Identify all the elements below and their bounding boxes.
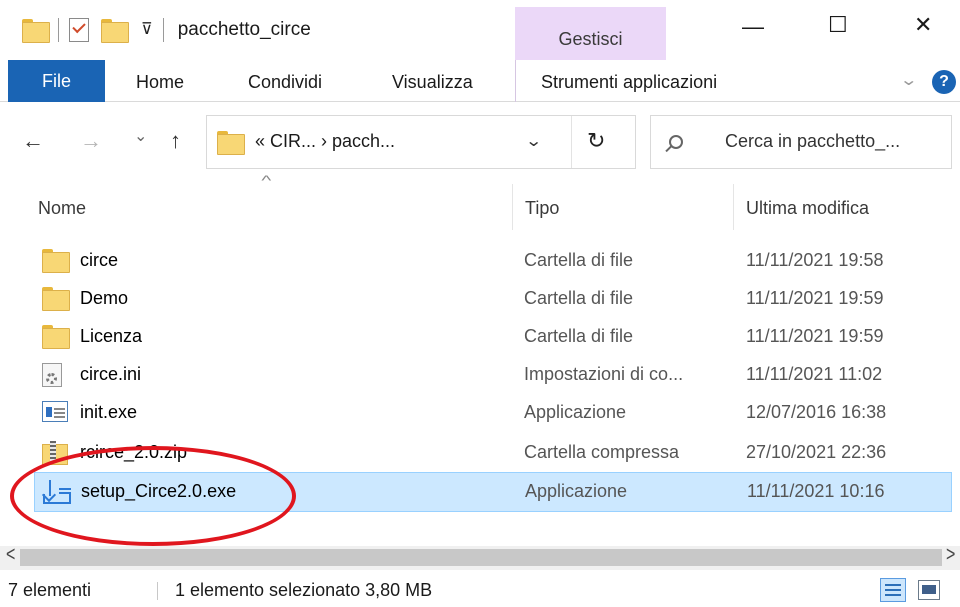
installer-icon bbox=[43, 480, 73, 506]
search-icon bbox=[669, 135, 683, 149]
minimize-button[interactable]: — bbox=[742, 14, 764, 40]
column-header-name[interactable]: Nome bbox=[0, 184, 512, 230]
quick-access-toolbar: ⊽ pacchetto_circe bbox=[22, 10, 311, 50]
file-name: init.exe bbox=[80, 402, 138, 422]
folder-icon bbox=[42, 249, 70, 273]
file-type: Applicazione bbox=[524, 402, 627, 422]
up-arrow-icon[interactable]: ↑ bbox=[170, 130, 181, 152]
selection-info: 1 elemento selezionato 3,80 MB bbox=[175, 580, 433, 600]
file-row[interactable]: Licenza Cartella di file 11/11/2021 19:5… bbox=[34, 318, 952, 356]
folder-icon bbox=[42, 287, 70, 311]
file-modified: 11/11/2021 10:16 bbox=[747, 481, 885, 501]
file-row[interactable]: init.exe Applicazione 12/07/2016 16:38 bbox=[34, 394, 952, 432]
file-type: Cartella compressa bbox=[524, 442, 680, 462]
toolbar-divider bbox=[162, 18, 164, 42]
search-box[interactable]: Cerca in pacchetto_... bbox=[650, 115, 952, 169]
tab-view[interactable]: Visualizza bbox=[392, 60, 473, 102]
status-bar: 7 elementi 1 elemento selezionato 3,80 M… bbox=[0, 570, 960, 607]
file-type: Impostazioni di co... bbox=[524, 364, 684, 384]
tab-home[interactable]: Home bbox=[136, 60, 184, 102]
horizontal-scrollbar[interactable]: < > bbox=[0, 544, 960, 570]
file-name: circe bbox=[80, 250, 119, 270]
close-button[interactable]: ✕ bbox=[914, 12, 932, 38]
file-modified: 11/11/2021 19:59 bbox=[746, 288, 884, 308]
application-icon bbox=[42, 401, 68, 422]
file-row[interactable]: Demo Cartella di file 11/11/2021 19:59 bbox=[34, 280, 952, 318]
scroll-right-icon[interactable]: > bbox=[946, 544, 955, 567]
file-name: Demo bbox=[80, 288, 129, 308]
file-name: circe.ini bbox=[80, 364, 142, 384]
file-modified: 11/11/2021 19:58 bbox=[746, 250, 884, 270]
customize-toolbar-dropdown-icon[interactable]: ⊽ bbox=[141, 22, 153, 38]
toolbar-divider bbox=[58, 18, 59, 42]
tab-application-tools-label: Strumenti applicazioni bbox=[541, 72, 718, 92]
column-header-name-label: Nome bbox=[38, 198, 87, 218]
ribbon-tabs: File Home Condividi Visualizza Strumenti… bbox=[0, 60, 960, 102]
back-arrow-icon[interactable]: ← bbox=[22, 130, 44, 152]
file-type: Cartella di file bbox=[524, 288, 634, 308]
file-modified: 27/10/2021 22:36 bbox=[746, 442, 887, 462]
file-modified: 11/11/2021 11:02 bbox=[746, 364, 883, 384]
column-header-modified[interactable]: Ultima modifica bbox=[734, 184, 960, 230]
address-breadcrumb[interactable]: « CIR... › pacch... bbox=[255, 131, 395, 152]
folder-icon bbox=[42, 325, 70, 349]
folder-icon[interactable] bbox=[22, 19, 50, 43]
folder-icon bbox=[217, 131, 245, 155]
details-view-icon[interactable] bbox=[880, 578, 906, 602]
help-icon[interactable]: ? bbox=[932, 70, 956, 94]
file-row[interactable]: circe.ini Impostazioni di co... 11/11/20… bbox=[34, 356, 952, 394]
forward-arrow-icon[interactable]: → bbox=[80, 130, 102, 152]
title-bar: ⊽ pacchetto_circe Gestisci — ☐ ✕ bbox=[0, 0, 960, 60]
manage-context-tab[interactable]: Gestisci bbox=[515, 7, 666, 60]
file-name: rcirce_2.0.zip bbox=[80, 442, 188, 462]
zip-folder-icon bbox=[42, 441, 68, 465]
new-folder-icon[interactable] bbox=[101, 19, 129, 43]
large-icons-view-icon[interactable] bbox=[918, 580, 940, 600]
tab-file[interactable]: File bbox=[8, 60, 105, 102]
file-row[interactable]: circe Cartella di file 11/11/2021 19:58 bbox=[34, 242, 952, 280]
file-name: setup_Circe2.0.exe bbox=[81, 481, 237, 501]
file-name: Licenza bbox=[80, 326, 143, 346]
expand-ribbon-chevron-icon[interactable]: ⌄ bbox=[899, 70, 918, 90]
column-header-modified-label: Ultima modifica bbox=[746, 198, 870, 218]
window-title: pacchetto_circe bbox=[177, 19, 311, 40]
file-row-selected[interactable]: setup_Circe2.0.exe Applicazione 11/11/20… bbox=[34, 472, 952, 512]
file-type: Applicazione bbox=[525, 481, 628, 501]
search-input[interactable]: Cerca in pacchetto_... bbox=[725, 131, 900, 152]
file-type: Cartella di file bbox=[524, 250, 634, 270]
file-row[interactable]: rcirce_2.0.zip Cartella compressa 27/10/… bbox=[34, 434, 952, 472]
settings-file-icon bbox=[42, 363, 62, 387]
maximize-button[interactable]: ☐ bbox=[828, 12, 848, 38]
column-header-type[interactable]: Tipo bbox=[513, 184, 733, 230]
file-type: Cartella di file bbox=[524, 326, 634, 346]
address-dropdown-chevron-icon[interactable]: ⌄ bbox=[525, 131, 542, 151]
column-header-type-label: Tipo bbox=[525, 198, 560, 218]
scrollbar-thumb[interactable] bbox=[20, 549, 942, 566]
scroll-left-icon[interactable]: < bbox=[6, 544, 15, 567]
properties-icon[interactable] bbox=[69, 18, 89, 42]
item-count: 7 elementi bbox=[8, 580, 92, 600]
refresh-icon[interactable]: ↻ bbox=[587, 128, 605, 154]
status-divider bbox=[157, 582, 158, 600]
file-modified: 11/11/2021 19:59 bbox=[746, 326, 884, 346]
address-divider bbox=[571, 116, 572, 168]
manage-context-label: Gestisci bbox=[558, 29, 623, 49]
address-bar[interactable]: « CIR... › pacch... ⌄ ↻ bbox=[206, 115, 636, 169]
recent-locations-chevron-icon[interactable]: ⌄ bbox=[134, 126, 147, 148]
tab-application-tools[interactable]: Strumenti applicazioni bbox=[515, 60, 765, 102]
tab-share[interactable]: Condividi bbox=[248, 60, 322, 102]
file-modified: 12/07/2016 16:38 bbox=[746, 402, 887, 422]
